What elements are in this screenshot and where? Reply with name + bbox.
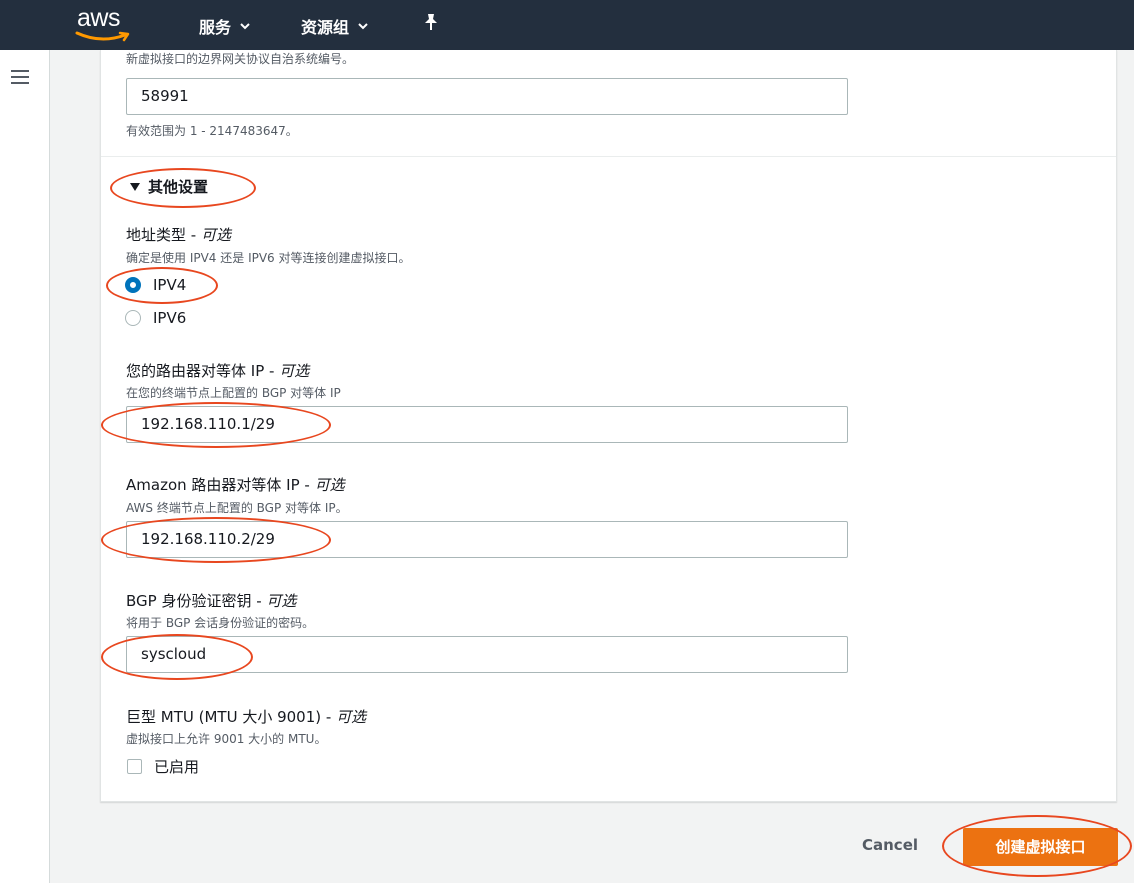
asn-description: 新虚拟接口的边界网关协议自治系统编号。 (126, 52, 355, 66)
jumbo-mtu-description: 虚拟接口上允许 9001 大小的 MTU。 (126, 732, 327, 746)
other-settings-toggle[interactable]: 其他设置 (130, 176, 208, 197)
amazon-peer-ip-label: Amazon 路由器对等体 IP - 可选 (126, 476, 345, 494)
router-peer-ip-input[interactable]: 192.168.110.1/29 (126, 406, 848, 443)
asn-range-hint: 有效范围为 1 - 2147483647。 (126, 124, 298, 138)
amazon-peer-ip-input[interactable]: 192.168.110.2/29 (126, 521, 848, 558)
router-peer-ip-description: 在您的终端节点上配置的 BGP 对等体 IP (126, 386, 341, 400)
section-divider (101, 156, 1116, 157)
hamburger-menu-icon[interactable] (11, 70, 29, 84)
jumbo-mtu-checkbox[interactable] (127, 759, 142, 774)
services-menu[interactable]: 服务 (199, 14, 251, 38)
radio-ipv4-label: IPV4 (153, 276, 187, 294)
cancel-button[interactable]: Cancel (862, 836, 918, 854)
bgp-auth-key-label: BGP 身份验证密钥 - 可选 (126, 592, 297, 610)
resource-groups-menu-label: 资源组 (301, 18, 350, 37)
resource-groups-menu[interactable]: 资源组 (301, 14, 369, 38)
radio-ipv6-label: IPV6 (153, 309, 187, 327)
chevron-down-icon (358, 23, 368, 30)
radio-ipv6[interactable]: IPV6 (125, 309, 186, 327)
side-navigation (0, 50, 50, 883)
caret-down-icon (130, 182, 140, 191)
radio-button-selected[interactable] (125, 277, 141, 293)
amazon-peer-ip-description: AWS 终端节点上配置的 BGP 对等体 IP。 (126, 501, 348, 515)
aws-logo-text: aws (77, 4, 120, 32)
bgp-auth-key-input[interactable]: syscloud (126, 636, 848, 673)
radio-button[interactable] (125, 310, 141, 326)
aws-logo[interactable]: aws (75, 4, 135, 44)
other-settings-label: 其他设置 (148, 178, 209, 196)
address-type-description: 确定是使用 IPV4 还是 IPV6 对等连接创建虚拟接口。 (126, 251, 411, 265)
address-type-label: 地址类型 - 可选 (126, 226, 231, 244)
jumbo-mtu-checkbox-row[interactable]: 已启用 (127, 756, 199, 777)
aws-smile-icon (75, 31, 130, 42)
jumbo-mtu-label: 巨型 MTU (MTU 大小 9001) - 可选 (126, 708, 367, 726)
top-navigation-bar: aws 服务 资源组 (0, 0, 1134, 50)
bgp-auth-key-description: 将用于 BGP 会话身份验证的密码。 (126, 616, 315, 630)
pin-icon[interactable] (423, 13, 439, 31)
services-menu-label: 服务 (199, 18, 232, 37)
jumbo-mtu-checkbox-label: 已启用 (154, 758, 200, 776)
chevron-down-icon (240, 23, 250, 30)
router-peer-ip-label: 您的路由器对等体 IP - 可选 (126, 362, 310, 380)
radio-ipv4[interactable]: IPV4 (125, 276, 186, 294)
asn-input[interactable]: 58991 (126, 78, 848, 115)
create-virtual-interface-button[interactable]: 创建虚拟接口 (963, 828, 1118, 866)
